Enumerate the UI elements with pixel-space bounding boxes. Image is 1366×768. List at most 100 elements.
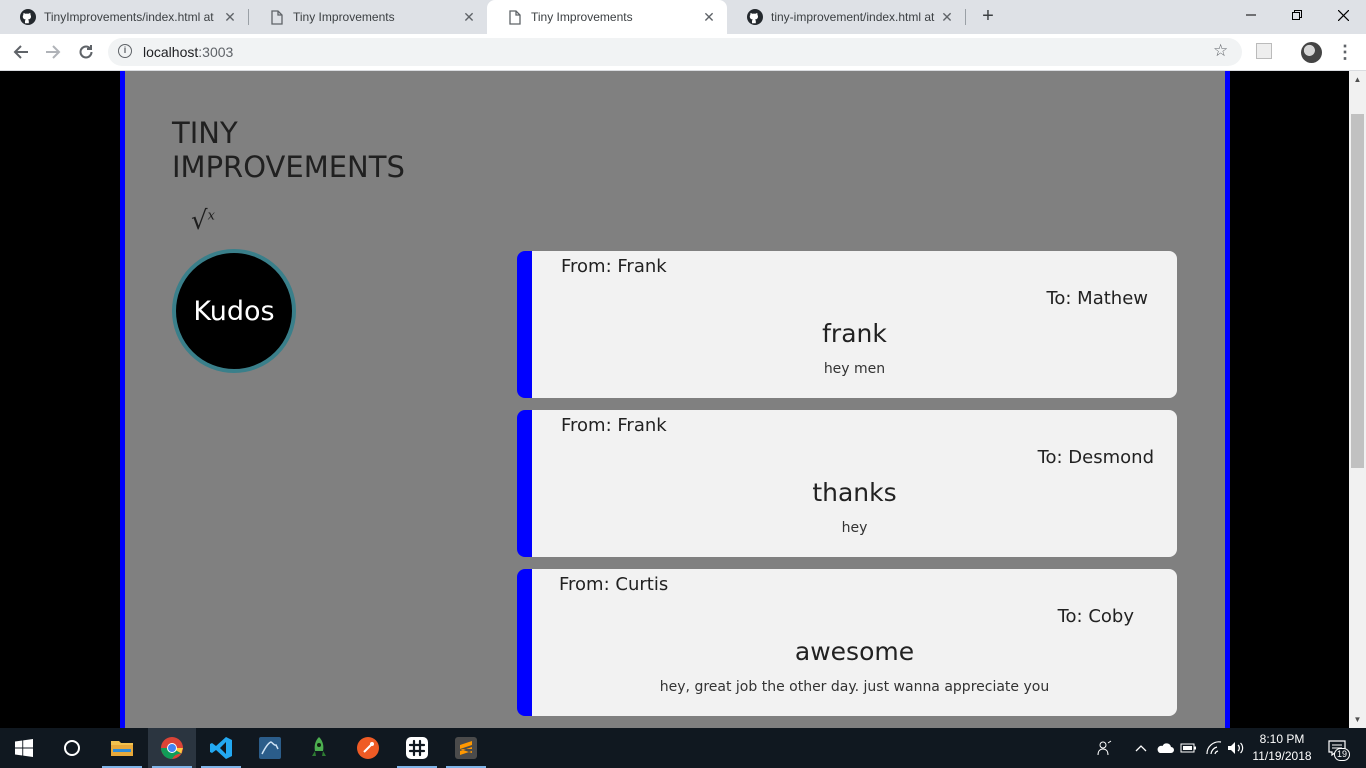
tab-separator	[965, 9, 966, 25]
url-port: :3003	[198, 44, 234, 60]
extension-icon[interactable]	[1256, 43, 1272, 59]
cortana-button[interactable]	[48, 728, 96, 768]
taskbar-sublime-text[interactable]	[442, 728, 490, 768]
wifi-icon	[1206, 741, 1222, 755]
tab-github-tiny-improvement[interactable]: tiny-improvement/index.html at ✕	[727, 0, 965, 34]
notification-count-badge: 19	[1333, 748, 1350, 761]
tab-title: TinyImprovements/index.html at	[44, 10, 214, 24]
browser-tab-strip: TinyImprovements/index.html at ✕ Tiny Im…	[0, 0, 1366, 34]
root-symbol-logo: √x	[191, 206, 215, 236]
file-explorer-icon	[111, 741, 133, 756]
reload-icon	[79, 45, 93, 59]
logo-superscript: x	[207, 208, 215, 224]
reload-button[interactable]	[73, 39, 99, 65]
new-tab-button[interactable]: +	[977, 5, 999, 27]
kudos-message: hey	[841, 520, 868, 536]
tab-title: tiny-improvement/index.html at	[771, 10, 935, 24]
onedrive-button[interactable]	[1154, 728, 1176, 768]
kudos-to: To: Coby	[1057, 606, 1134, 627]
forward-button[interactable]	[40, 39, 66, 65]
browser-toolbar: i localhost:3003 ☆ ⋮	[0, 34, 1366, 71]
tab-close-icon[interactable]: ✕	[222, 9, 238, 25]
kudos-from: From: Frank	[561, 256, 667, 277]
kudos-card: From: Curtis To: Coby awesome hey, great…	[517, 569, 1177, 716]
address-bar[interactable]: i localhost:3003	[108, 38, 1242, 66]
bookmark-star-icon[interactable]: ☆	[1213, 41, 1228, 61]
restore-icon	[1292, 10, 1302, 20]
taskbar-mysql-workbench[interactable]	[246, 728, 294, 768]
tab-close-icon[interactable]: ✕	[939, 9, 955, 25]
windows-start-icon	[15, 739, 33, 757]
tab-tiny-improvements-1[interactable]: Tiny Improvements ✕	[249, 0, 487, 34]
kudos-card: From: Frank To: Desmond thanks hey	[517, 410, 1177, 557]
minimize-icon	[1246, 14, 1256, 16]
tab-close-icon[interactable]: ✕	[461, 9, 477, 25]
postman-icon	[357, 737, 379, 759]
windows-taskbar: 8:10 PM 11/19/2018 19	[0, 728, 1366, 768]
kudos-to: To: Mathew	[1046, 288, 1148, 309]
github-icon	[20, 9, 36, 25]
chevron-up-icon	[1135, 745, 1147, 752]
logo-root: √	[191, 206, 208, 236]
kudos-card: From: Frank To: Mathew frank hey men	[517, 251, 1177, 398]
close-window-button[interactable]	[1320, 0, 1366, 30]
start-button[interactable]	[0, 728, 48, 768]
scroll-down-icon[interactable]: ▼	[1349, 711, 1366, 728]
page-scrollbar[interactable]: ▲ ▼	[1349, 71, 1366, 728]
cortana-icon	[64, 740, 80, 756]
battery-icon	[1180, 743, 1196, 753]
kudos-message: hey men	[823, 361, 886, 377]
page-icon	[269, 9, 285, 25]
page-icon	[507, 9, 523, 25]
kudos-button[interactable]: Kudos	[172, 249, 296, 373]
slack-icon	[406, 737, 428, 759]
taskbar-file-explorer[interactable]	[98, 728, 146, 768]
mysql-workbench-icon	[259, 737, 281, 759]
kudos-to: To: Desmond	[1037, 447, 1154, 468]
restore-button[interactable]	[1274, 0, 1320, 30]
scroll-up-icon[interactable]: ▲	[1349, 71, 1366, 88]
cloud-icon	[1157, 743, 1174, 753]
kudos-title: awesome	[794, 637, 915, 666]
kudos-title: frank	[822, 319, 887, 348]
chrome-icon	[161, 737, 183, 759]
people-button[interactable]	[1092, 728, 1118, 768]
clock-date: 11/19/2018	[1252, 749, 1312, 763]
app-container: TINY IMPROVEMENTS √x Kudos From: Frank T…	[120, 71, 1230, 728]
wifi-button[interactable]	[1203, 728, 1225, 768]
robo3t-icon	[312, 737, 326, 756]
battery-button[interactable]	[1178, 728, 1200, 768]
info-icon[interactable]: i	[118, 44, 132, 58]
page-viewport: TINY IMPROVEMENTS √x Kudos From: Frank T…	[0, 71, 1349, 728]
vscode-icon	[210, 737, 232, 759]
tab-title: Tiny Improvements	[531, 10, 633, 24]
action-center-button[interactable]: 19	[1322, 728, 1352, 768]
system-clock[interactable]: 8:10 PM 11/19/2018	[1243, 731, 1321, 765]
back-button[interactable]	[8, 39, 34, 65]
sublime-text-icon	[455, 737, 477, 759]
taskbar-robo3t[interactable]	[295, 728, 343, 768]
scroll-thumb[interactable]	[1351, 114, 1364, 468]
taskbar-postman[interactable]	[344, 728, 392, 768]
tab-close-icon[interactable]: ✕	[701, 9, 717, 25]
taskbar-slack[interactable]	[393, 728, 441, 768]
github-icon	[747, 9, 763, 25]
kudos-message: hey, great job the other day. just wanna…	[659, 679, 1050, 695]
tab-tiny-improvements-active[interactable]: Tiny Improvements ✕	[487, 0, 727, 34]
arrow-right-icon	[46, 45, 61, 59]
taskbar-chrome[interactable]	[148, 728, 196, 768]
kudos-from: From: Frank	[561, 415, 667, 436]
tab-title: Tiny Improvements	[293, 10, 395, 24]
close-icon	[1337, 9, 1349, 21]
profile-avatar[interactable]	[1301, 42, 1322, 63]
arrow-left-icon	[13, 45, 28, 59]
tab-github-tinyimprovements[interactable]: TinyImprovements/index.html at ✕	[0, 0, 248, 34]
kudos-title: thanks	[812, 478, 897, 507]
minimize-button[interactable]	[1228, 0, 1274, 30]
url-host: localhost	[143, 44, 199, 60]
kudos-from: From: Curtis	[559, 574, 669, 595]
app-title: TINY IMPROVEMENTS	[172, 116, 405, 184]
show-hidden-icons-button[interactable]	[1131, 728, 1151, 768]
taskbar-vscode[interactable]	[197, 728, 245, 768]
chrome-menu-icon[interactable]: ⋮	[1336, 40, 1354, 64]
